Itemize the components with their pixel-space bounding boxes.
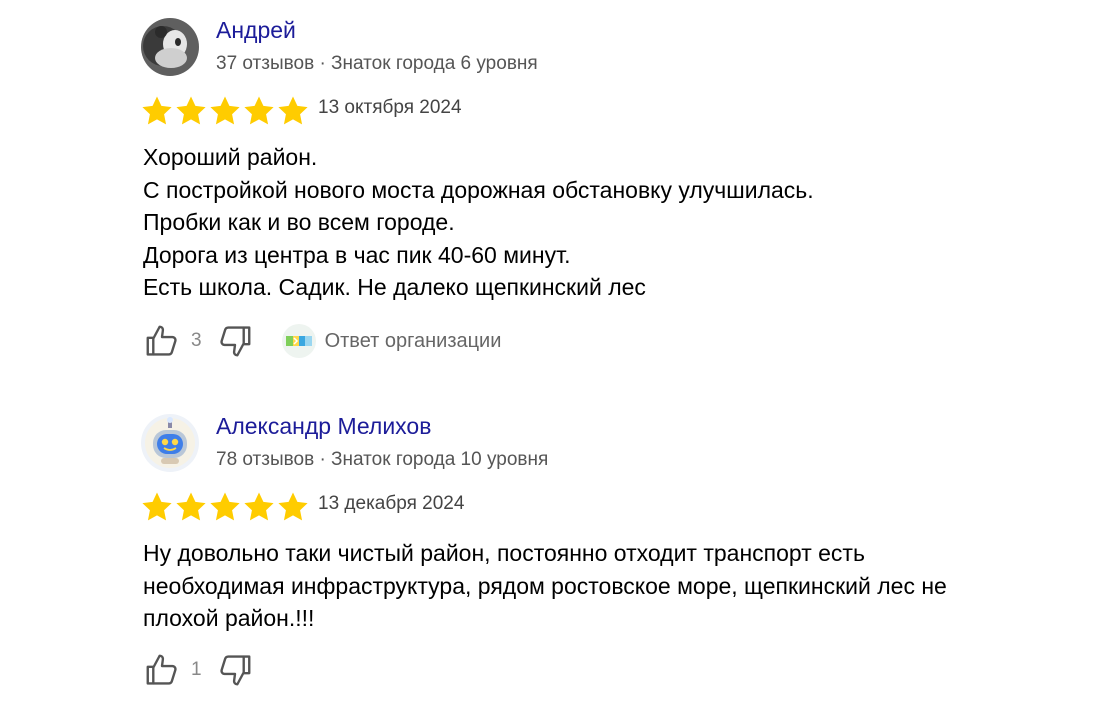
review-text-line: Дорога из центра в час пик 40-60 минут. — [143, 241, 571, 268]
review-text: Ну довольно таки чистый район, постоянно… — [143, 537, 1073, 635]
star-icon — [244, 96, 274, 125]
author-name[interactable]: Александр Мелихов — [216, 413, 431, 440]
rating-stars — [140, 92, 310, 130]
org-logo-mark — [285, 336, 312, 346]
thumbs-up-icon — [146, 325, 177, 356]
author-meta: 78 отзывов · Знаток города 10 уровня — [216, 449, 549, 470]
review-text: Хороший район. С постройкой нового моста… — [143, 141, 1073, 304]
star-icon — [176, 96, 206, 125]
star-icon — [142, 96, 172, 125]
author-avatar[interactable] — [141, 414, 199, 472]
star-icon — [244, 492, 274, 521]
review-actions: 3 Ответ организации — [143, 319, 501, 363]
review-text-line: С постройкой нового моста дорожная обста… — [143, 176, 814, 203]
star-icon — [210, 492, 240, 521]
review-text-line: плохой район.!!! — [143, 605, 315, 631]
review-text-line: Пробки как и во всем городе. — [143, 209, 455, 235]
author-name[interactable]: Андрей — [216, 17, 296, 44]
thumbs-up-icon — [146, 654, 177, 685]
review-actions: 1 — [143, 648, 254, 692]
star-icon — [142, 492, 172, 521]
like-count: 3 — [191, 330, 202, 351]
author-meta: 37 отзывов · Знаток города 6 уровня — [216, 53, 538, 74]
robot-avatar-icon — [141, 414, 199, 472]
org-reply-label: Ответ организации — [324, 329, 502, 352]
review-text-line: Есть школа. Садик. Не далеко щепкинский … — [143, 274, 646, 300]
author-avatar[interactable] — [141, 18, 199, 76]
star-icon — [278, 96, 308, 125]
star-icon — [210, 96, 240, 125]
like-button[interactable] — [143, 651, 181, 689]
review-date: 13 октября 2024 — [318, 97, 462, 118]
dislike-button[interactable] — [216, 651, 254, 689]
org-reply-button[interactable]: Ответ организации — [281, 324, 502, 358]
rating-stars — [140, 488, 310, 526]
star-icon — [176, 492, 206, 521]
review-text-line: необходимая инфраструктура, рядом ростов… — [143, 572, 947, 599]
org-logo-icon — [281, 324, 316, 358]
thumbs-down-icon — [219, 655, 251, 686]
thumbs-down-icon — [219, 326, 251, 357]
star-icon — [278, 492, 308, 521]
review-text-line: Хороший район. — [143, 144, 318, 170]
photo-avatar-icon — [141, 18, 199, 76]
like-button[interactable] — [143, 322, 181, 360]
like-count: 1 — [191, 659, 202, 680]
review-date: 13 декабря 2024 — [318, 493, 465, 514]
dislike-button[interactable] — [216, 322, 254, 360]
review-text-line: Ну довольно таки чистый район, постоянно… — [143, 540, 865, 566]
